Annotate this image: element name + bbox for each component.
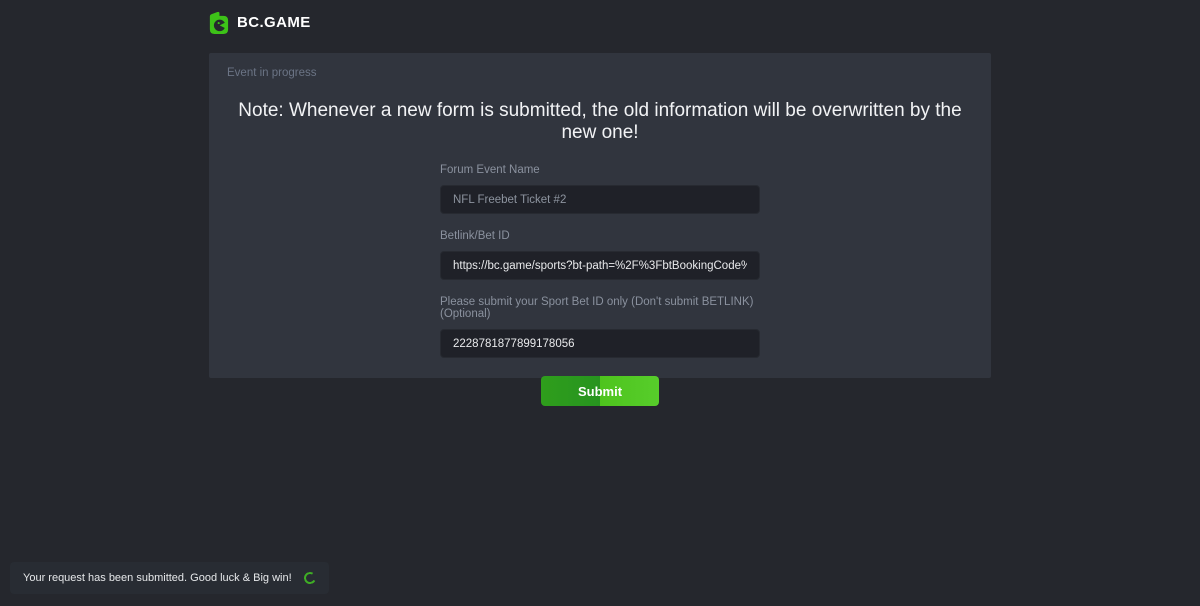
field-group-sport-bet-id: Please submit your Sport Bet ID only (Do… bbox=[440, 296, 760, 358]
forum-event-name-label: Forum Event Name bbox=[440, 164, 760, 176]
event-status-text: Event in progress bbox=[227, 67, 973, 79]
field-group-forum-event-name: Forum Event Name bbox=[440, 164, 760, 214]
event-form-panel: Event in progress Note: Whenever a new f… bbox=[209, 53, 991, 378]
overwrite-note: Note: Whenever a new form is submitted, … bbox=[227, 100, 973, 144]
loading-spinner-icon bbox=[302, 571, 317, 586]
top-header: BC.GAME bbox=[0, 0, 1200, 45]
submit-button[interactable]: Submit bbox=[541, 376, 659, 406]
brand-name: BC.GAME bbox=[237, 14, 311, 31]
event-form: Forum Event Name Betlink/Bet ID Please s… bbox=[440, 164, 760, 406]
sport-bet-id-label: Please submit your Sport Bet ID only (Do… bbox=[440, 296, 760, 320]
betlink-label: Betlink/Bet ID bbox=[440, 230, 760, 242]
bcgame-logo-icon bbox=[207, 11, 230, 35]
sport-bet-id-input[interactable] bbox=[440, 329, 760, 358]
forum-event-name-input[interactable] bbox=[440, 185, 760, 214]
toast-message: Your request has been submitted. Good lu… bbox=[23, 572, 292, 584]
field-group-betlink: Betlink/Bet ID bbox=[440, 230, 760, 280]
brand-logo[interactable]: BC.GAME bbox=[207, 11, 311, 35]
betlink-input[interactable] bbox=[440, 251, 760, 280]
submission-toast: Your request has been submitted. Good lu… bbox=[10, 562, 329, 594]
